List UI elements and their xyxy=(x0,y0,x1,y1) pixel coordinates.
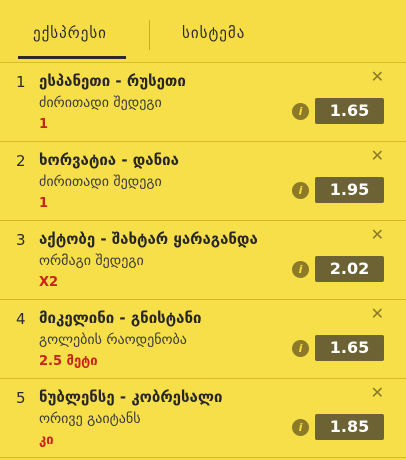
tab-divider xyxy=(149,20,150,50)
bet-item: 1 ესპანეთი - რუსეთი ძირითადი შედეგი 1 ✕ … xyxy=(0,63,406,142)
tab-system[interactable]: სისტემა xyxy=(182,24,245,42)
bet-number: 2 xyxy=(16,152,26,170)
info-icon[interactable]: i xyxy=(292,340,309,357)
bet-number: 1 xyxy=(16,73,26,91)
close-icon[interactable]: ✕ xyxy=(371,148,384,164)
active-tab-indicator xyxy=(18,56,126,59)
bet-selection: X2 xyxy=(39,275,59,290)
odds-button[interactable]: 1.65 xyxy=(315,335,384,361)
odds-button[interactable]: 1.65 xyxy=(315,98,384,124)
bet-item: 2 ხორვატია - დანია ძირითადი შედეგი 1 ✕ i… xyxy=(0,142,406,221)
bet-selection: 1 xyxy=(39,117,49,132)
close-icon[interactable]: ✕ xyxy=(371,306,384,322)
tab-express[interactable]: ექსპრესი xyxy=(33,24,107,42)
bet-selection: კი xyxy=(39,433,54,448)
bet-match: ესპანეთი - რუსეთი xyxy=(39,72,186,90)
bet-number: 4 xyxy=(16,310,26,328)
close-icon[interactable]: ✕ xyxy=(371,69,384,85)
close-icon[interactable]: ✕ xyxy=(371,385,384,401)
bet-item: 3 აქტობე - შახტარ ყარაგანდა ორმაგი შედეგ… xyxy=(0,221,406,300)
odds-button[interactable]: 1.85 xyxy=(315,414,384,440)
bet-market: ორივე გაიტანს xyxy=(39,411,141,427)
bet-market: ორმაგი შედეგი xyxy=(39,253,144,269)
info-icon[interactable]: i xyxy=(292,419,309,436)
bet-number: 3 xyxy=(16,231,26,249)
bet-market: ძირითადი შედეგი xyxy=(39,95,162,111)
bet-market: ძირითადი შედეგი xyxy=(39,174,162,190)
info-icon[interactable]: i xyxy=(292,182,309,199)
bet-market: გოლების რაოდენობა xyxy=(39,332,187,348)
odds-button[interactable]: 1.95 xyxy=(315,177,384,203)
bet-number: 5 xyxy=(16,389,26,407)
bet-match: ნუბლენსე - კობრესალი xyxy=(39,388,223,406)
info-icon[interactable]: i xyxy=(292,103,309,120)
bet-item: 4 მიკელინი - გნისტანი გოლების რაოდენობა … xyxy=(0,300,406,379)
bet-match: ხორვატია - დანია xyxy=(39,151,179,169)
odds-button[interactable]: 2.02 xyxy=(315,256,384,282)
bet-item: 5 ნუბლენსე - კობრესალი ორივე გაიტანს კი … xyxy=(0,379,406,458)
bet-type-tabs: ექსპრესი სისტემა xyxy=(0,0,406,63)
bet-selection: 1 xyxy=(39,196,49,211)
bet-match: მიკელინი - გნისტანი xyxy=(39,309,202,327)
close-icon[interactable]: ✕ xyxy=(371,227,384,243)
info-icon[interactable]: i xyxy=(292,261,309,278)
bet-selection: 2.5 მეტი xyxy=(39,354,98,369)
bet-match: აქტობე - შახტარ ყარაგანდა xyxy=(39,230,258,248)
